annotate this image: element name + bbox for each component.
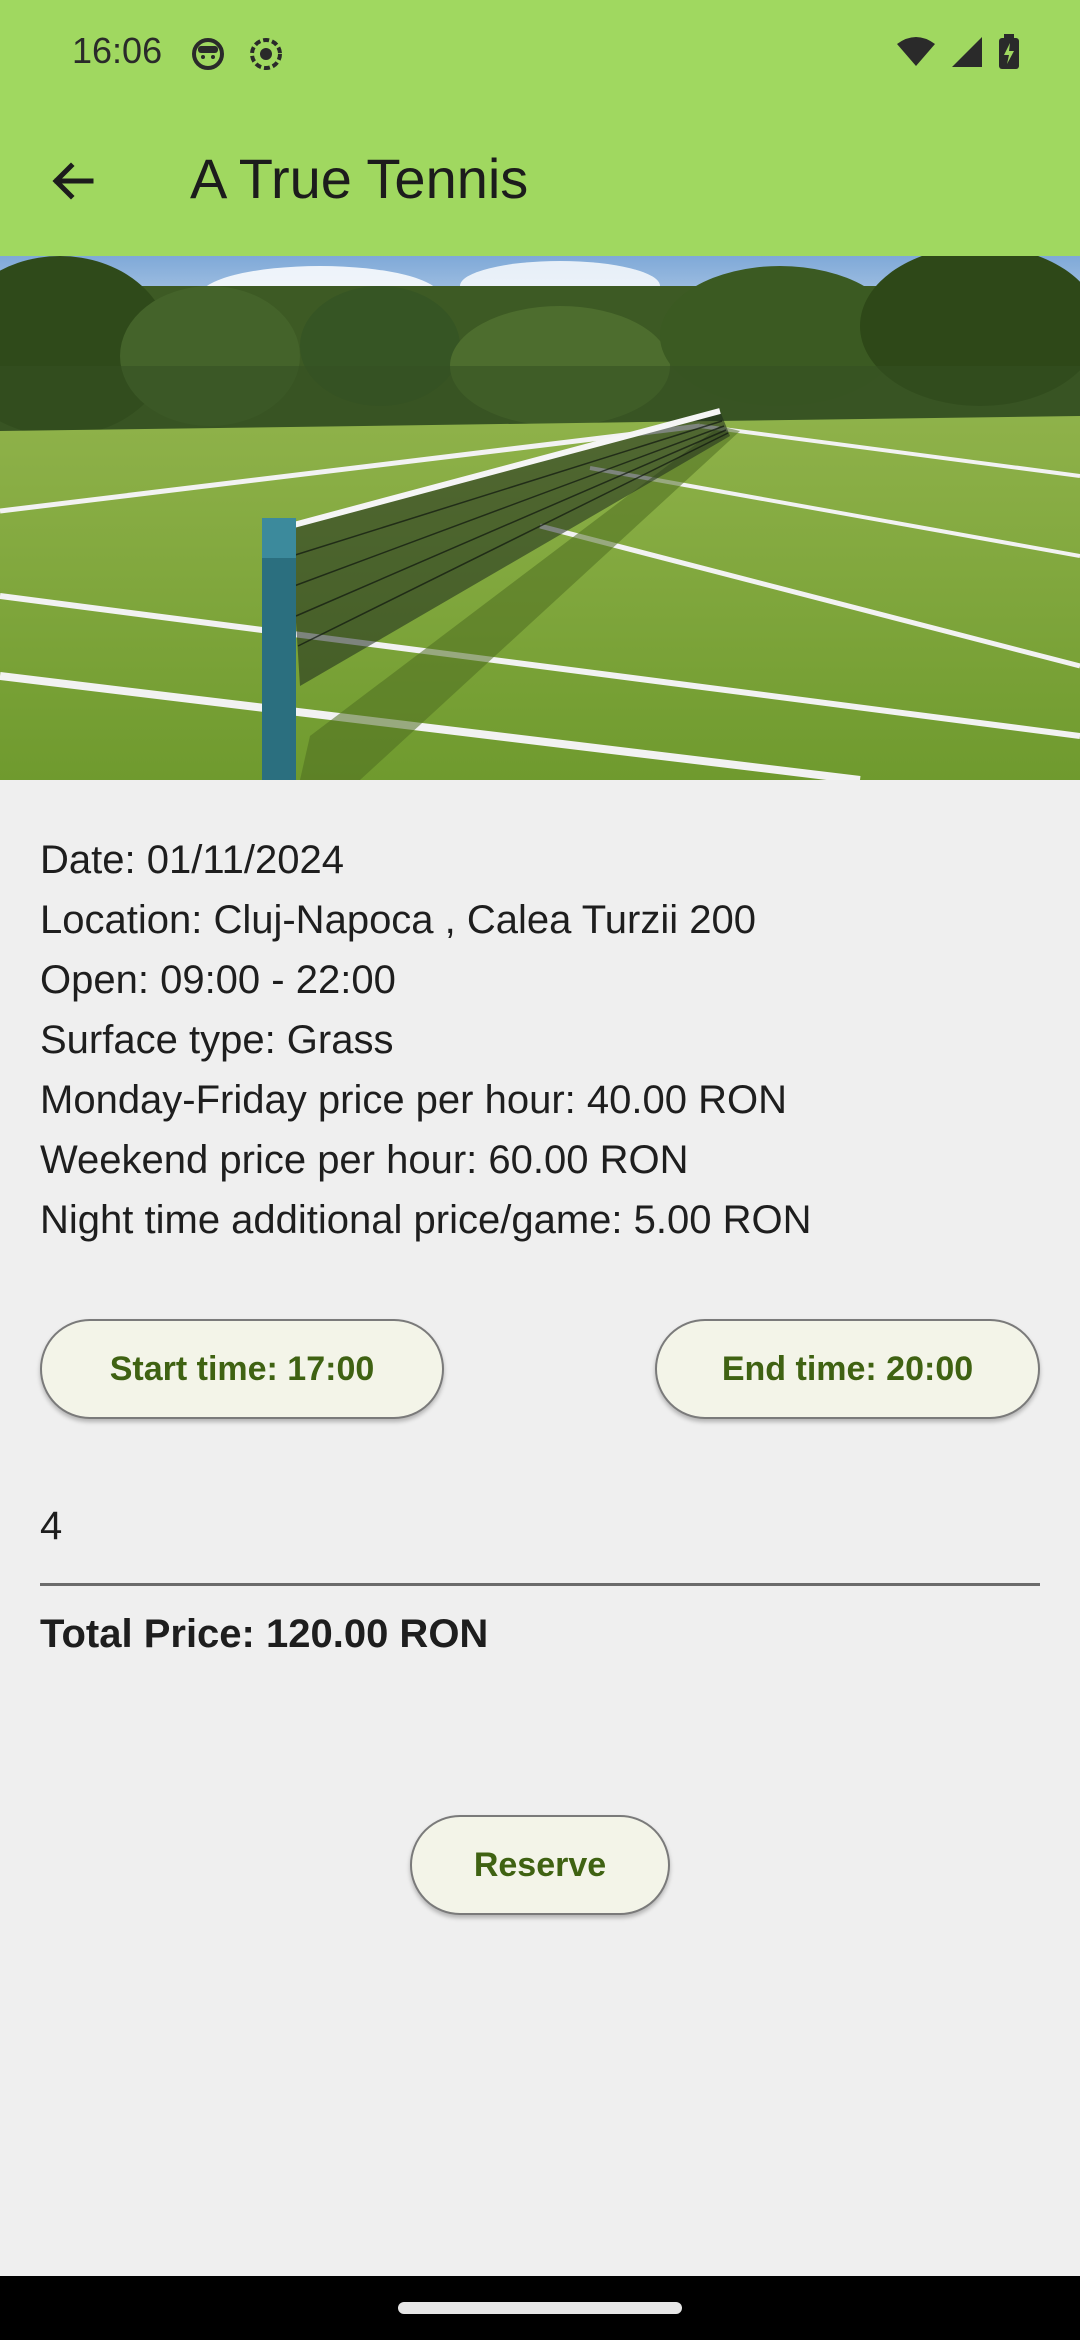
location-text: Location: Cluj-Napoca , Calea Turzii 200 bbox=[40, 898, 756, 942]
record-icon bbox=[248, 36, 284, 77]
open-hours-text: Open: 09:00 - 22:00 bbox=[40, 958, 396, 1002]
home-indicator[interactable] bbox=[398, 2302, 682, 2314]
page-title: A True Tennis bbox=[190, 147, 529, 210]
app-bar: A True Tennis bbox=[0, 110, 1080, 256]
battery-icon bbox=[998, 34, 1020, 75]
weekend-price-text: Weekend price per hour: 60.00 RON bbox=[40, 1138, 689, 1182]
wifi-icon bbox=[896, 36, 936, 73]
reserve-button[interactable]: Reserve bbox=[410, 1815, 670, 1915]
face-icon bbox=[190, 36, 226, 77]
status-bar: 16:06 bbox=[0, 0, 1080, 110]
hours-input[interactable]: 4 bbox=[40, 1480, 1040, 1586]
arrow-left-icon bbox=[49, 157, 97, 210]
status-icons bbox=[896, 34, 1020, 75]
end-time-button[interactable]: End time: 20:00 bbox=[655, 1319, 1040, 1419]
navigation-bar bbox=[0, 2276, 1080, 2340]
total-price-text: Total Price: 120.00 RON bbox=[40, 1612, 489, 1656]
night-price-text: Night time additional price/game: 5.00 R… bbox=[40, 1198, 812, 1242]
date-text: Date: 01/11/2024 bbox=[40, 838, 344, 882]
back-button[interactable] bbox=[40, 150, 106, 216]
surface-type-text: Surface type: Grass bbox=[40, 1018, 394, 1062]
status-time: 16:06 bbox=[72, 30, 163, 71]
start-time-button[interactable]: Start time: 17:00 bbox=[40, 1319, 444, 1419]
court-image bbox=[0, 256, 1080, 780]
court-details: Date: 01/11/2024 Location: Cluj-Napoca ,… bbox=[40, 830, 1040, 1250]
signal-icon bbox=[950, 35, 984, 74]
weekday-price-text: Monday-Friday price per hour: 40.00 RON bbox=[40, 1078, 787, 1122]
